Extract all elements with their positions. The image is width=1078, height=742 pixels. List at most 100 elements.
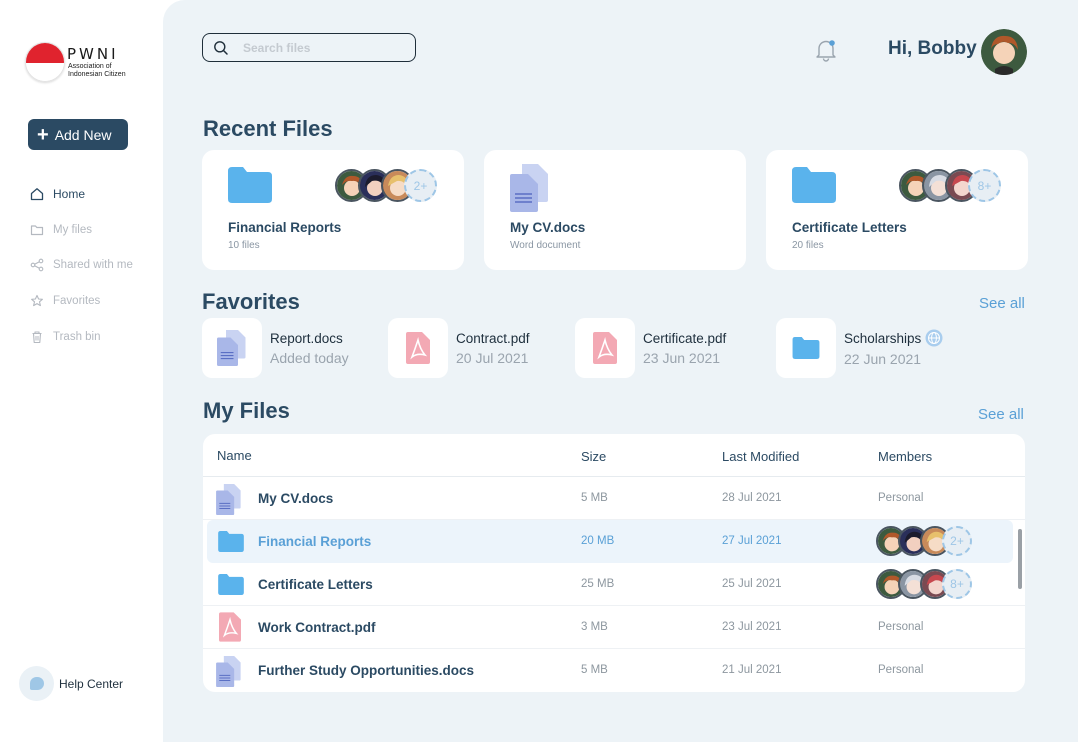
home-icon [30,188,44,201]
sidebar-item-my-files[interactable]: My files [30,221,133,239]
table-scrollbar[interactable] [1018,529,1022,589]
column-header-name[interactable]: Name [217,448,252,463]
fav-date: 22 Jun 2021 [844,351,922,367]
help-center-label: Help Center [59,676,124,691]
fav-date: 20 Jul 2021 [456,349,529,366]
favorite-item-scholarships[interactable]: Scholarships 22 Jun 2021 [776,318,943,378]
column-header-size[interactable]: Size [581,449,606,464]
more-members-badge: 8+ [968,169,1001,202]
recent-files-title: Recent Files [203,116,333,141]
file-modified: 25 Jul 2021 [722,578,782,590]
card-subtitle: 10 files [228,240,260,251]
folder-icon [792,167,836,203]
favorite-item-certificate[interactable]: Certificate.pdf 23 Jun 2021 [575,318,726,378]
member-avatars[interactable]: 8+ [899,169,1001,202]
favorite-item-report[interactable]: Report.docs Added today [202,318,349,378]
bell-icon[interactable] [813,37,839,63]
column-header-modified[interactable]: Last Modified [722,449,799,464]
fav-name: Scholarships [844,330,922,346]
brand-subtitle: Association of Indonesian Citizen [68,63,126,78]
favorites-see-all-link[interactable]: See all [979,295,1025,312]
file-name: Financial Reports [258,534,372,549]
file-size: 3 MB [581,621,608,633]
file-members: Personal [878,492,924,504]
folder-icon [228,167,272,203]
fav-name: Contract.pdf [456,330,530,346]
file-name: Certificate Letters [258,577,373,592]
help-center-button[interactable]: Help Center [19,666,123,701]
fav-name: Report.docs [270,330,343,346]
files-table: Name Size Last Modified Members My CV.do… [203,434,1025,692]
recent-card-financial-reports[interactable]: 2+ Financial Reports 10 files [202,150,464,270]
document-icon [217,330,246,366]
fav-icon-box [575,318,635,378]
file-modified: 21 Jul 2021 [722,664,782,676]
pwni-logo[interactable]: PWNI Association of Indonesian Citizen [25,42,145,84]
folder-icon [792,337,820,359]
file-name: Work Contract.pdf [258,620,376,635]
fav-icon-box [202,318,262,378]
card-title: Financial Reports [228,220,342,235]
file-modified: 28 Jul 2021 [722,492,782,504]
add-new-label: Add New [54,126,112,143]
file-size: 5 MB [581,492,608,504]
search-input[interactable] [243,40,393,55]
search-icon [214,40,228,55]
table-row[interactable]: Financial Reports 20 MB 27 Jul 2021 2+ [207,520,1013,563]
table-row[interactable]: Certificate Letters 25 MB 25 Jul 2021 8+ [203,563,1025,606]
card-subtitle: 20 files [792,240,824,251]
search-box[interactable] [202,33,416,62]
pdf-icon [219,612,241,642]
favorites-title: Favorites [202,289,300,314]
column-header-members[interactable]: Members [878,449,932,464]
member-avatars[interactable]: 8+ [876,569,972,599]
sidebar-item-label: Favorites [53,295,101,308]
document-icon [510,164,548,212]
fav-date: Added today [270,349,349,366]
card-subtitle: Word document [510,240,581,251]
sidebar-item-trash[interactable]: Trash bin [30,328,133,346]
sidebar-item-home[interactable]: Home [30,185,133,203]
member-avatars[interactable]: 2+ [335,169,437,202]
table-row[interactable]: Work Contract.pdf 3 MB 23 Jul 2021 Perso… [203,606,1025,649]
more-members-badge: 2+ [942,526,972,556]
sidebar-item-label: My files [53,223,92,236]
fav-name-row: Scholarships [844,329,943,347]
sidebar: PWNI Association of Indonesian Citizen +… [0,0,163,742]
file-size: 5 MB [581,664,608,676]
document-icon [216,484,241,515]
file-size: 25 MB [581,578,615,590]
star-icon [31,295,43,307]
sidebar-item-shared[interactable]: Shared with me [30,256,133,274]
table-row[interactable]: Further Study Opportunities.docs 5 MB 21… [203,649,1025,692]
file-name: Further Study Opportunities.docs [258,663,475,678]
document-icon [216,656,241,687]
my-files-see-all-link[interactable]: See all [978,406,1024,423]
recent-card-certificate-letters[interactable]: 8+ Certificate Letters 20 files [766,150,1028,270]
fav-icon-box [388,318,448,378]
file-modified: 27 Jul 2021 [722,535,782,547]
add-new-button[interactable]: + Add New [28,119,128,150]
table-row[interactable]: My CV.docs 5 MB 28 Jul 2021 Personal [203,477,1025,520]
member-avatars[interactable]: 2+ [876,526,972,556]
fav-icon-box [776,318,836,378]
pdf-icon [406,332,430,364]
file-name: My CV.docs [258,491,334,506]
sidebar-nav: Home My files Shared with me Favorites T… [30,185,133,363]
plus-icon: + [37,123,49,146]
sidebar-item-label: Shared with me [53,259,133,272]
more-members-badge: 2+ [404,169,437,202]
folder-icon [218,531,244,552]
pdf-icon [593,332,617,364]
sidebar-item-favorites[interactable]: Favorites [30,292,133,310]
favorite-item-contract[interactable]: Contract.pdf 20 Jul 2021 [388,318,530,378]
folder-icon [218,574,244,595]
main-content: Hi, Bobby Recent Files 2+ Financial Repo… [163,0,1078,742]
recent-card-my-cv[interactable]: My CV.docs Word document [484,150,746,270]
globe-icon [925,329,943,347]
card-title: Certificate Letters [792,220,907,235]
card-title: My CV.docs [510,220,586,235]
folder-icon [30,225,44,235]
user-avatar[interactable] [981,29,1027,75]
more-members-badge: 8+ [942,569,972,599]
